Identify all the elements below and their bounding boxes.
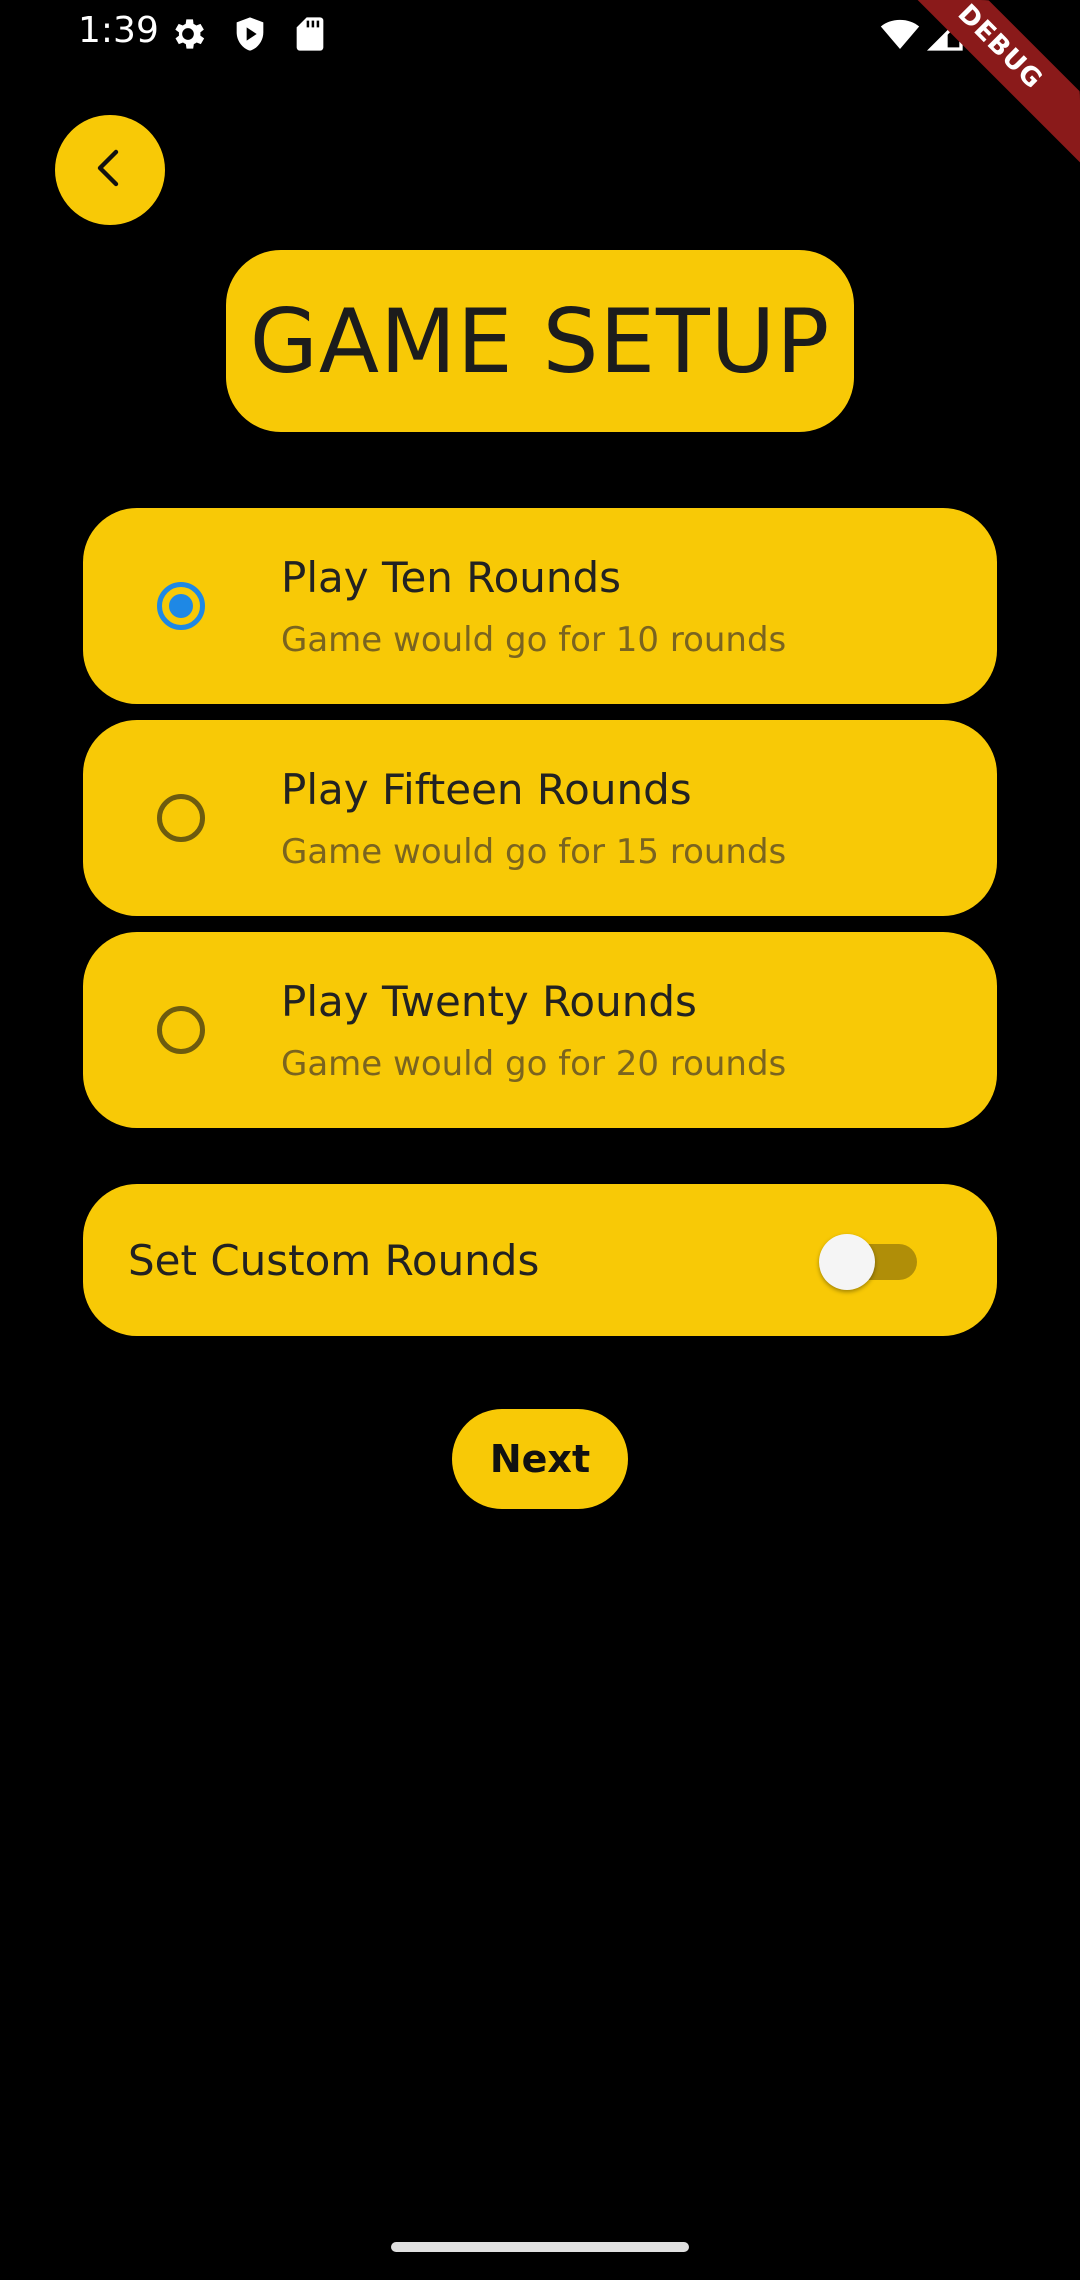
custom-rounds-toggle[interactable] bbox=[819, 1234, 919, 1290]
option-card-ten-rounds[interactable]: Play Ten Rounds Game would go for 10 rou… bbox=[83, 508, 997, 704]
radio-fifteen-rounds[interactable] bbox=[157, 794, 205, 842]
option-subtitle: Game would go for 15 rounds bbox=[281, 832, 787, 872]
option-title: Play Ten Rounds bbox=[281, 553, 622, 602]
wifi-icon bbox=[880, 14, 920, 54]
option-card-twenty-rounds[interactable]: Play Twenty Rounds Game would go for 20 … bbox=[83, 932, 997, 1128]
sd-card-icon bbox=[290, 14, 330, 54]
page-title-container: GAME SETUP bbox=[226, 250, 854, 432]
status-bar: 1:39 DEBUG bbox=[0, 0, 1080, 171]
chevron-left-icon bbox=[86, 144, 134, 197]
app-screen: 1:39 DEBUG GAME SETUP Play Ten Rounds Ga… bbox=[0, 0, 1080, 2280]
shield-play-icon bbox=[230, 14, 270, 54]
custom-rounds-label: Set Custom Rounds bbox=[128, 1236, 540, 1285]
page-title: GAME SETUP bbox=[249, 289, 831, 393]
radio-ten-rounds[interactable] bbox=[157, 582, 205, 630]
next-button[interactable]: Next bbox=[452, 1409, 628, 1509]
custom-rounds-card: Set Custom Rounds bbox=[83, 1184, 997, 1336]
home-indicator[interactable] bbox=[391, 2242, 689, 2252]
radio-twenty-rounds[interactable] bbox=[157, 1006, 205, 1054]
toggle-thumb bbox=[819, 1234, 875, 1290]
option-title: Play Twenty Rounds bbox=[281, 977, 697, 1026]
settings-icon bbox=[168, 14, 208, 54]
status-time: 1:39 bbox=[78, 10, 159, 51]
option-subtitle: Game would go for 10 rounds bbox=[281, 620, 787, 660]
option-card-fifteen-rounds[interactable]: Play Fifteen Rounds Game would go for 15… bbox=[83, 720, 997, 916]
back-button[interactable] bbox=[55, 115, 165, 225]
option-title: Play Fifteen Rounds bbox=[281, 765, 692, 814]
option-subtitle: Game would go for 20 rounds bbox=[281, 1044, 787, 1084]
